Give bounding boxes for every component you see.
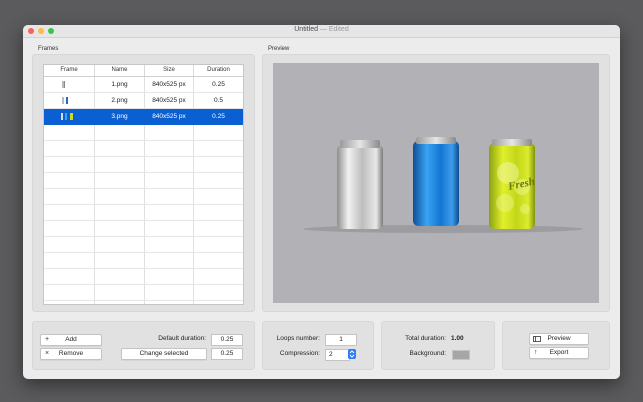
background-label: Background:: [409, 350, 447, 357]
frame-duration: 0.25: [212, 81, 225, 88]
frame-size: 840x525 px: [152, 81, 186, 88]
loops-number-label: Loops number:: [276, 335, 320, 342]
frame-thumbnail-cell: [44, 109, 94, 124]
plus-icon: +: [45, 336, 50, 343]
frame-thumbnail: [65, 113, 67, 120]
compression-stepper[interactable]: [348, 349, 356, 359]
empty-row: [44, 189, 243, 205]
empty-row: [44, 157, 243, 173]
frames-table[interactable]: Frame Name Size Duration 1.png 840x525 p…: [43, 64, 244, 305]
compression-label: Compression:: [279, 350, 320, 357]
default-duration-label: Default duration:: [158, 335, 206, 342]
export-button[interactable]: ↑ Export: [529, 347, 589, 359]
loops-number-field[interactable]: 1: [325, 334, 357, 346]
empty-row: [44, 253, 243, 269]
lime-can: Fresh: [489, 139, 536, 229]
app-window: Untitled — Edited Frames Frame Name Size…: [23, 25, 620, 379]
change-selected-button[interactable]: Change selected: [121, 348, 207, 360]
remove-button[interactable]: × Remove: [40, 348, 102, 360]
column-header-size[interactable]: Size: [145, 65, 194, 76]
column-header-frame[interactable]: Frame: [44, 65, 95, 76]
empty-row: [44, 125, 243, 141]
export-button-label: Export: [549, 349, 569, 356]
change-selected-field[interactable]: 0.25: [211, 348, 243, 360]
blue-can: [413, 137, 459, 226]
window-title: Untitled — Edited: [23, 26, 620, 33]
compression-field[interactable]: 2: [325, 349, 350, 361]
column-header-duration[interactable]: Duration: [194, 65, 243, 76]
frame-name: 2.png: [111, 97, 128, 104]
empty-row: [44, 269, 243, 285]
total-duration-label: Total duration:: [405, 335, 446, 342]
arrow-up-icon: ↑: [534, 349, 538, 356]
table-row[interactable]: 2.png 840x525 px 0.5: [44, 93, 243, 109]
column-header-name[interactable]: Name: [95, 65, 145, 76]
frame-name: 1.png: [111, 81, 128, 88]
frame-duration: 0.25: [212, 113, 225, 120]
empty-row: [44, 173, 243, 189]
table-row[interactable]: 1.png 840x525 px 0.25: [44, 77, 243, 93]
frame-thumbnail-cell: [44, 93, 94, 108]
frame-duration: 0.5: [213, 97, 224, 104]
loop-controls-panel: [262, 321, 374, 370]
close-icon: ×: [45, 350, 50, 357]
remove-button-label: Remove: [58, 350, 84, 357]
preview-button[interactable]: Preview: [529, 333, 589, 345]
preview-canvas: Fresh: [273, 63, 599, 303]
frame-thumbnail: [61, 113, 63, 120]
window-edited-label: — Edited: [317, 26, 349, 33]
add-button[interactable]: + Add: [40, 334, 102, 346]
window-title-text: Untitled: [294, 26, 318, 33]
empty-row: [44, 205, 243, 221]
frames-section-label: Frames: [38, 46, 59, 52]
frame-thumbnail: [64, 81, 65, 88]
default-duration-field[interactable]: 0.25: [211, 334, 243, 346]
summary-panel: [381, 321, 495, 370]
frame-thumbnail: [70, 113, 73, 120]
table-row-selected[interactable]: 3.png 840x525 px 0.25: [44, 109, 243, 125]
frame-thumbnail: [66, 97, 68, 104]
background-color-swatch[interactable]: [452, 350, 470, 360]
frame-thumbnail: [62, 97, 64, 104]
empty-row: [44, 237, 243, 253]
preview-button-label: Preview: [547, 335, 571, 342]
total-duration-value: 1.00: [451, 335, 464, 342]
stepper-arrows-icon: [349, 350, 355, 358]
preview-image: Fresh: [303, 137, 583, 233]
frame-name: 3.png: [111, 113, 128, 120]
actions-panel: [502, 321, 610, 370]
table-header: Frame Name Size Duration: [44, 65, 243, 77]
preview-icon: [533, 334, 541, 348]
empty-row: [44, 141, 243, 157]
silver-can: [337, 140, 383, 229]
frame-size: 840x525 px: [152, 113, 186, 120]
frame-size: 840x525 px: [152, 97, 186, 104]
empty-row: [44, 285, 243, 301]
title-bar: Untitled — Edited: [23, 25, 620, 38]
add-button-label: Add: [65, 336, 77, 343]
preview-section-label: Preview: [268, 46, 290, 52]
frame-thumbnail-cell: [44, 77, 94, 92]
empty-row: [44, 221, 243, 237]
